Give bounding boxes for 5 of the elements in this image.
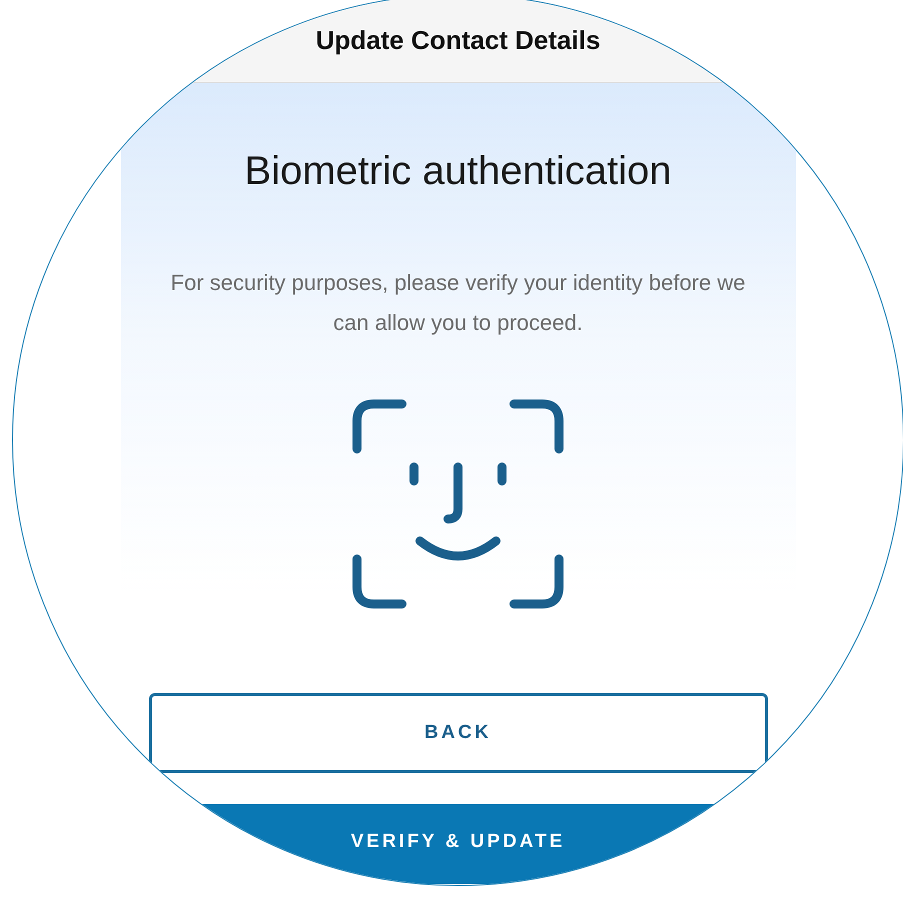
face-id-icon [352,399,564,609]
page-heading: Biometric authentication [244,148,672,195]
security-message: For security purposes, please verify your identity before we can allow you to proceed. [170,269,746,337]
header-title: Update Contact Details [316,24,600,57]
back-button[interactable]: BACK [148,693,768,773]
